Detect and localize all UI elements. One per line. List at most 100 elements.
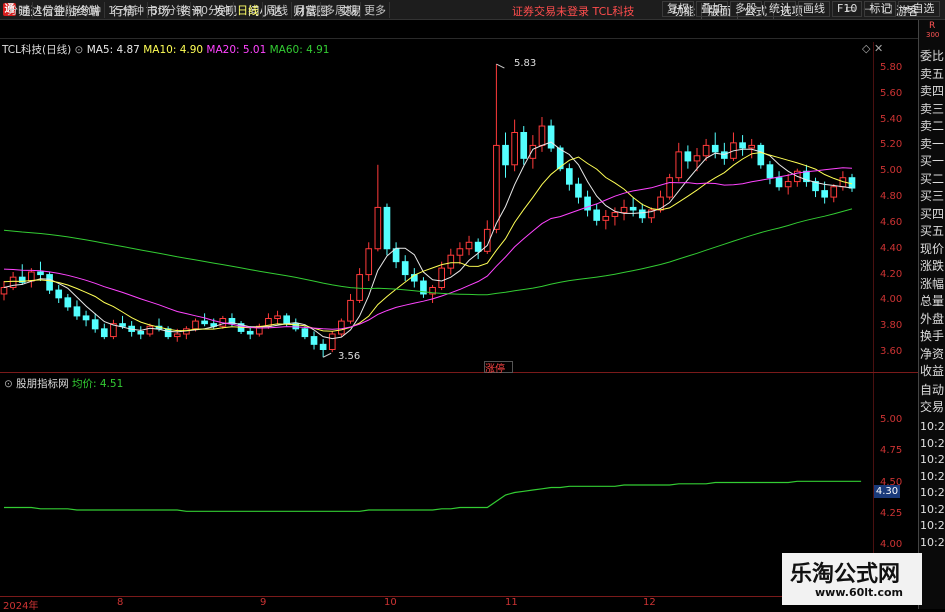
candle-body[interactable]	[55, 289, 63, 299]
trade-time-0: 10:21	[920, 420, 945, 433]
side-label-5: 卖一	[920, 136, 945, 151]
candle-body[interactable]	[310, 336, 318, 345]
candle-body[interactable]	[246, 330, 254, 335]
candle-body[interactable]	[119, 323, 126, 327]
trade-time-2: 10:22	[920, 453, 945, 466]
candle-body[interactable]	[64, 297, 72, 308]
sub-settings-icon[interactable]: ⊙	[4, 378, 13, 390]
candle-body[interactable]	[511, 132, 518, 166]
candle-body[interactable]	[447, 254, 455, 269]
watermark-title: 乐淘公式网	[790, 562, 901, 587]
candle-body[interactable]	[739, 142, 746, 149]
candle-body[interactable]	[100, 328, 108, 338]
candle-body[interactable]	[301, 328, 309, 338]
candle-body[interactable]	[547, 125, 555, 149]
candle-body[interactable]	[611, 212, 619, 217]
candle-body[interactable]	[711, 144, 719, 153]
candle-body[interactable]	[538, 125, 546, 146]
candle-body[interactable]	[766, 164, 774, 179]
candle-body[interactable]	[201, 320, 208, 325]
candle-body[interactable]	[666, 177, 673, 198]
candle-body[interactable]	[593, 209, 601, 221]
side-label-8: 买三	[920, 189, 945, 203]
candle-body[interactable]	[629, 206, 637, 211]
candle-body[interactable]	[684, 151, 692, 162]
candle-body[interactable]	[0, 287, 8, 295]
candle-body[interactable]	[638, 209, 646, 219]
candle-body[interactable]	[374, 206, 382, 250]
candle-body[interactable]	[721, 151, 728, 159]
side-label-15: 外盘	[920, 311, 945, 326]
candle-body[interactable]	[365, 248, 373, 276]
candle-body[interactable]	[82, 315, 90, 321]
candle-body[interactable]	[520, 132, 528, 159]
trade-time-5: 10:22	[920, 502, 945, 516]
candle-body[interactable]	[392, 248, 400, 263]
high-pointer	[496, 63, 505, 69]
x-tick-nov: 11	[505, 597, 518, 608]
candle-body[interactable]	[146, 325, 154, 335]
candle-body[interactable]	[91, 319, 99, 330]
x-tick-dec: 12	[643, 597, 656, 608]
quote-side-panel: R 300 委比 卖五 卖四 卖三 卖二 卖一 买一 买二 买三 买四 买五 现价 涨跌 涨幅 总量 外盘 换手…	[918, 20, 945, 609]
candle-body[interactable]	[702, 144, 710, 157]
candle-body[interactable]	[757, 144, 765, 166]
side-section-1[interactable]: 交易	[920, 401, 944, 414]
high-price-label: 5.83	[514, 58, 537, 69]
candle-body[interactable]	[328, 333, 336, 350]
ma5-line	[3, 141, 853, 340]
side-label-9: 买四	[920, 206, 945, 221]
side-label-13: 涨幅	[920, 276, 945, 291]
y-tick-sub-1: 4.75	[880, 445, 903, 457]
candle-body[interactable]	[830, 186, 838, 198]
candle-body[interactable]	[383, 206, 391, 250]
candle-body[interactable]	[28, 271, 35, 282]
candle-body[interactable]	[274, 315, 281, 319]
candle-body[interactable]	[338, 320, 345, 335]
trade-time-3: 10:22	[920, 469, 945, 483]
candle-body[interactable]	[192, 320, 199, 330]
limit-up-marker[interactable]: 涨停	[485, 360, 505, 375]
candle-body[interactable]	[675, 151, 683, 179]
ma60-line	[3, 208, 853, 296]
candle-body[interactable]	[566, 168, 573, 185]
candle-body[interactable]	[602, 215, 610, 221]
candle-body[interactable]	[37, 271, 44, 276]
candle-body[interactable]	[575, 183, 582, 198]
side-label-0: 委比	[920, 49, 945, 63]
trade-time-6: 10:22	[920, 519, 945, 532]
candle-body[interactable]	[775, 177, 783, 188]
candle-body[interactable]	[529, 144, 537, 159]
candle-body[interactable]	[456, 248, 464, 256]
candle-body[interactable]	[748, 144, 756, 149]
candle-body[interactable]	[319, 343, 327, 351]
candle-body[interactable]	[502, 144, 509, 166]
candle-body[interactable]	[620, 206, 628, 214]
side-label-4: 卖二	[920, 119, 945, 133]
indicator-name[interactable]: 股朋指标网	[16, 378, 69, 390]
side-section-0[interactable]: 自动	[920, 384, 944, 397]
candle-body[interactable]	[493, 144, 500, 230]
candle-body[interactable]	[173, 333, 181, 338]
price-chart[interactable]	[0, 0, 918, 596]
candle-body[interactable]	[401, 261, 409, 276]
candle-body[interactable]	[438, 267, 446, 288]
candle-body[interactable]	[137, 330, 145, 335]
candle-body[interactable]	[693, 155, 701, 162]
candle-body[interactable]	[46, 274, 53, 291]
candle-body[interactable]	[283, 315, 290, 325]
candle-body[interactable]	[465, 241, 473, 250]
y-tick-main-0: 5.80	[880, 61, 903, 73]
candle-body[interactable]	[347, 299, 354, 322]
candle-body[interactable]	[848, 177, 856, 189]
candle-body[interactable]	[784, 181, 792, 188]
x-tick-aug: 8	[117, 597, 124, 608]
candle-body[interactable]	[73, 306, 81, 317]
watermark-url: www.60lt.com	[815, 586, 904, 599]
y-tick-main-9: 4.00	[880, 294, 903, 306]
side-label-2: 卖四	[920, 84, 945, 98]
trade-time-1: 10:22	[920, 436, 945, 450]
candle-body[interactable]	[821, 190, 828, 198]
candle-body[interactable]	[356, 274, 363, 301]
candle-body[interactable]	[474, 241, 482, 252]
